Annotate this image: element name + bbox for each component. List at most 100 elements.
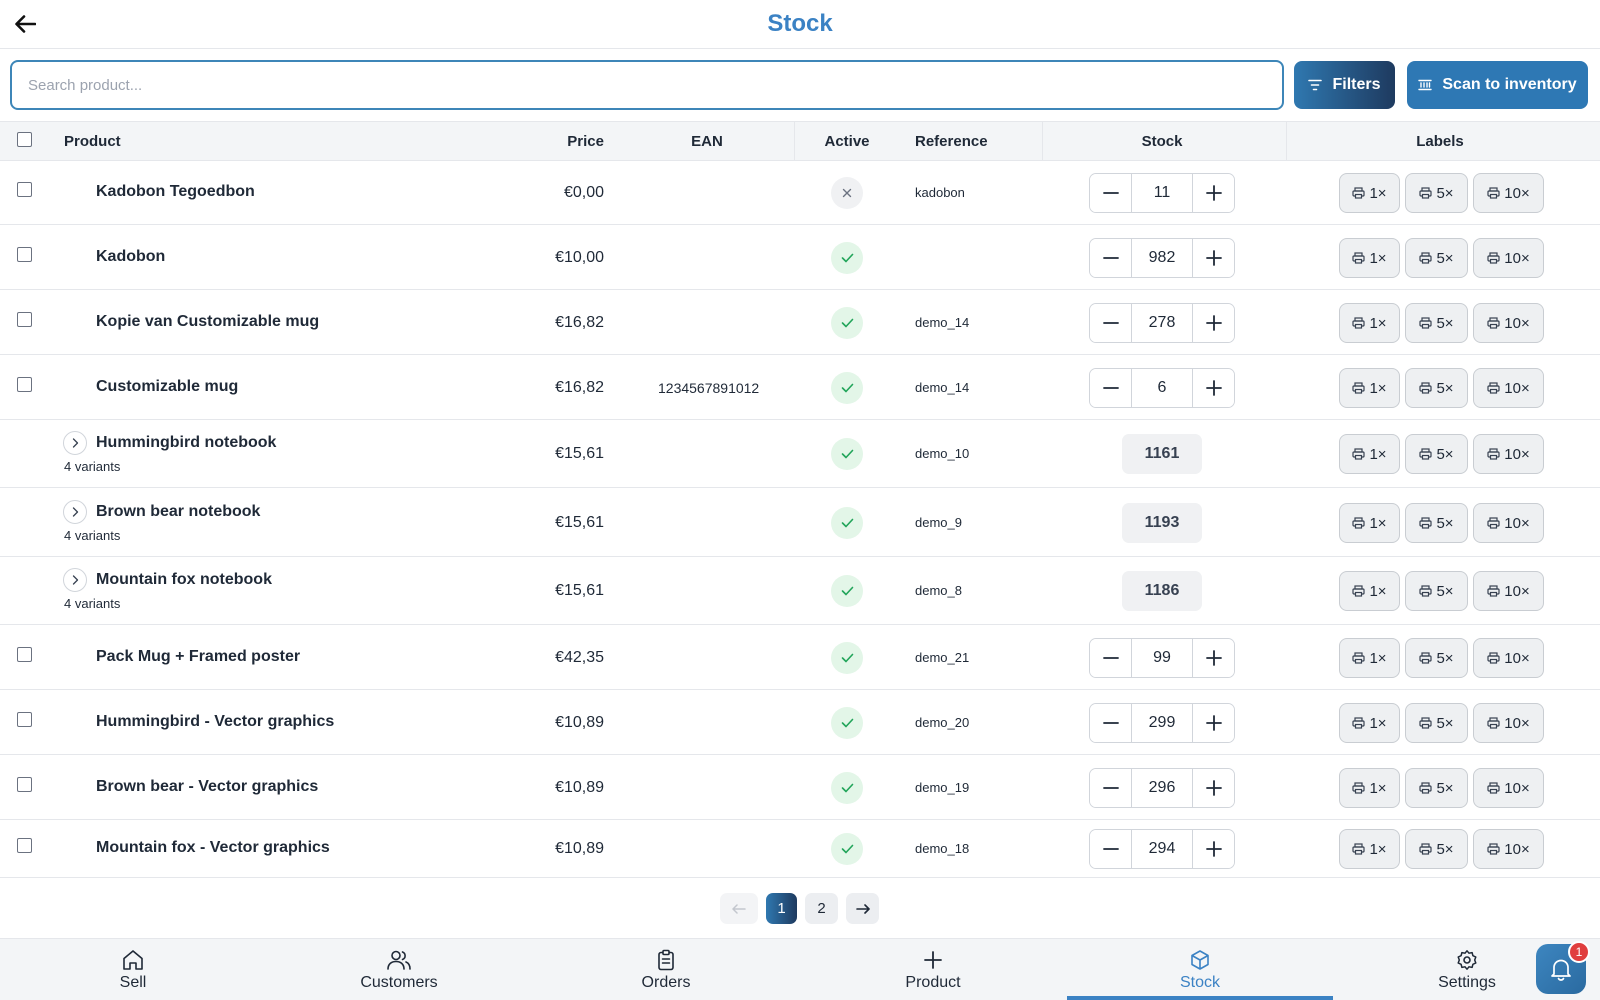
- increase-stock-button[interactable]: [1193, 830, 1234, 868]
- column-header-price[interactable]: Price: [540, 122, 604, 162]
- active-status-badge[interactable]: [831, 833, 863, 865]
- row-checkbox[interactable]: [17, 312, 32, 327]
- print-label-1x-button[interactable]: 1×: [1339, 434, 1400, 474]
- row-checkbox[interactable]: [17, 838, 32, 853]
- print-label-1x-button[interactable]: 1×: [1339, 238, 1400, 278]
- search-input[interactable]: [10, 60, 1284, 110]
- nav-item-orders[interactable]: Orders: [533, 939, 799, 1000]
- page-button-2[interactable]: 2: [805, 893, 838, 924]
- increase-stock-button[interactable]: [1193, 174, 1234, 212]
- stock-value-input[interactable]: 982: [1131, 239, 1193, 277]
- stock-value-input[interactable]: 6: [1131, 369, 1193, 407]
- decrease-stock-button[interactable]: [1090, 704, 1131, 742]
- label-count: 1×: [1369, 840, 1387, 858]
- column-header-ean[interactable]: EAN: [667, 122, 747, 162]
- decrease-stock-button[interactable]: [1090, 639, 1131, 677]
- row-checkbox[interactable]: [17, 647, 32, 662]
- print-label-5x-button[interactable]: 5×: [1405, 368, 1468, 408]
- print-label-5x-button[interactable]: 5×: [1405, 238, 1468, 278]
- print-label-5x-button[interactable]: 5×: [1405, 703, 1468, 743]
- increase-stock-button[interactable]: [1193, 304, 1234, 342]
- stock-value-input[interactable]: 99: [1131, 639, 1193, 677]
- active-status-badge[interactable]: [831, 307, 863, 339]
- active-status-badge[interactable]: [831, 642, 863, 674]
- print-label-10x-button[interactable]: 10×: [1473, 703, 1544, 743]
- print-label-1x-button[interactable]: 1×: [1339, 703, 1400, 743]
- column-header-product[interactable]: Product: [64, 122, 121, 162]
- print-label-1x-button[interactable]: 1×: [1339, 768, 1400, 808]
- print-label-1x-button[interactable]: 1×: [1339, 173, 1400, 213]
- decrease-stock-button[interactable]: [1090, 304, 1131, 342]
- print-label-5x-button[interactable]: 5×: [1405, 434, 1468, 474]
- previous-page-button[interactable]: [720, 893, 758, 924]
- print-label-10x-button[interactable]: 10×: [1473, 434, 1544, 474]
- row-checkbox[interactable]: [17, 182, 32, 197]
- print-label-10x-button[interactable]: 10×: [1473, 238, 1544, 278]
- print-label-5x-button[interactable]: 5×: [1405, 829, 1468, 869]
- nav-item-customers[interactable]: Customers: [266, 939, 532, 1000]
- active-status-badge[interactable]: [831, 507, 863, 539]
- stock-value-input[interactable]: 299: [1131, 704, 1193, 742]
- stock-value-input[interactable]: 296: [1131, 769, 1193, 807]
- print-label-1x-button[interactable]: 1×: [1339, 571, 1400, 611]
- decrease-stock-button[interactable]: [1090, 769, 1131, 807]
- nav-item-stock[interactable]: Stock: [1067, 939, 1333, 1000]
- active-status-badge[interactable]: [831, 707, 863, 739]
- print-label-1x-button[interactable]: 1×: [1339, 829, 1400, 869]
- decrease-stock-button[interactable]: [1090, 174, 1131, 212]
- active-status-badge[interactable]: [831, 772, 863, 804]
- print-label-5x-button[interactable]: 5×: [1405, 303, 1468, 343]
- active-status-badge[interactable]: [831, 372, 863, 404]
- nav-item-product[interactable]: Product: [800, 939, 1066, 1000]
- column-header-reference[interactable]: Reference: [915, 122, 988, 162]
- nav-item-sell[interactable]: Sell: [0, 939, 266, 1000]
- increase-stock-button[interactable]: [1193, 769, 1234, 807]
- row-checkbox[interactable]: [17, 777, 32, 792]
- next-page-button[interactable]: [846, 893, 879, 924]
- print-label-10x-button[interactable]: 10×: [1473, 173, 1544, 213]
- print-label-10x-button[interactable]: 10×: [1473, 303, 1544, 343]
- print-label-10x-button[interactable]: 10×: [1473, 768, 1544, 808]
- stock-value-input[interactable]: 11: [1131, 174, 1193, 212]
- bell-icon: [1551, 959, 1571, 981]
- filters-button[interactable]: Filters: [1294, 61, 1395, 109]
- decrease-stock-button[interactable]: [1090, 239, 1131, 277]
- expand-variants-button[interactable]: [63, 568, 87, 592]
- print-label-1x-button[interactable]: 1×: [1339, 503, 1400, 543]
- print-label-5x-button[interactable]: 5×: [1405, 571, 1468, 611]
- print-label-5x-button[interactable]: 5×: [1405, 768, 1468, 808]
- row-checkbox[interactable]: [17, 712, 32, 727]
- select-all-checkbox[interactable]: [17, 132, 32, 147]
- print-label-1x-button[interactable]: 1×: [1339, 638, 1400, 678]
- row-checkbox[interactable]: [17, 247, 32, 262]
- page-button-1[interactable]: 1: [766, 893, 797, 924]
- print-label-10x-button[interactable]: 10×: [1473, 503, 1544, 543]
- print-label-10x-button[interactable]: 10×: [1473, 571, 1544, 611]
- print-label-10x-button[interactable]: 10×: [1473, 368, 1544, 408]
- active-status-badge[interactable]: [831, 177, 863, 209]
- print-label-5x-button[interactable]: 5×: [1405, 173, 1468, 213]
- printer-icon: [1352, 585, 1366, 597]
- print-label-5x-button[interactable]: 5×: [1405, 638, 1468, 678]
- increase-stock-button[interactable]: [1193, 639, 1234, 677]
- print-label-5x-button[interactable]: 5×: [1405, 503, 1468, 543]
- stock-value-input[interactable]: 294: [1131, 830, 1193, 868]
- decrease-stock-button[interactable]: [1090, 369, 1131, 407]
- print-label-10x-button[interactable]: 10×: [1473, 829, 1544, 869]
- increase-stock-button[interactable]: [1193, 239, 1234, 277]
- print-label-10x-button[interactable]: 10×: [1473, 638, 1544, 678]
- active-status-badge[interactable]: [831, 242, 863, 274]
- increase-stock-button[interactable]: [1193, 704, 1234, 742]
- increase-stock-button[interactable]: [1193, 369, 1234, 407]
- print-label-1x-button[interactable]: 1×: [1339, 368, 1400, 408]
- row-checkbox[interactable]: [17, 377, 32, 392]
- expand-variants-button[interactable]: [63, 431, 87, 455]
- stock-value-input[interactable]: 278: [1131, 304, 1193, 342]
- expand-variants-button[interactable]: [63, 500, 87, 524]
- column-header-active[interactable]: Active: [807, 122, 887, 162]
- active-status-badge[interactable]: [831, 438, 863, 470]
- decrease-stock-button[interactable]: [1090, 830, 1131, 868]
- print-label-1x-button[interactable]: 1×: [1339, 303, 1400, 343]
- active-status-badge[interactable]: [831, 575, 863, 607]
- scan-to-inventory-button[interactable]: Scan to inventory: [1407, 61, 1588, 109]
